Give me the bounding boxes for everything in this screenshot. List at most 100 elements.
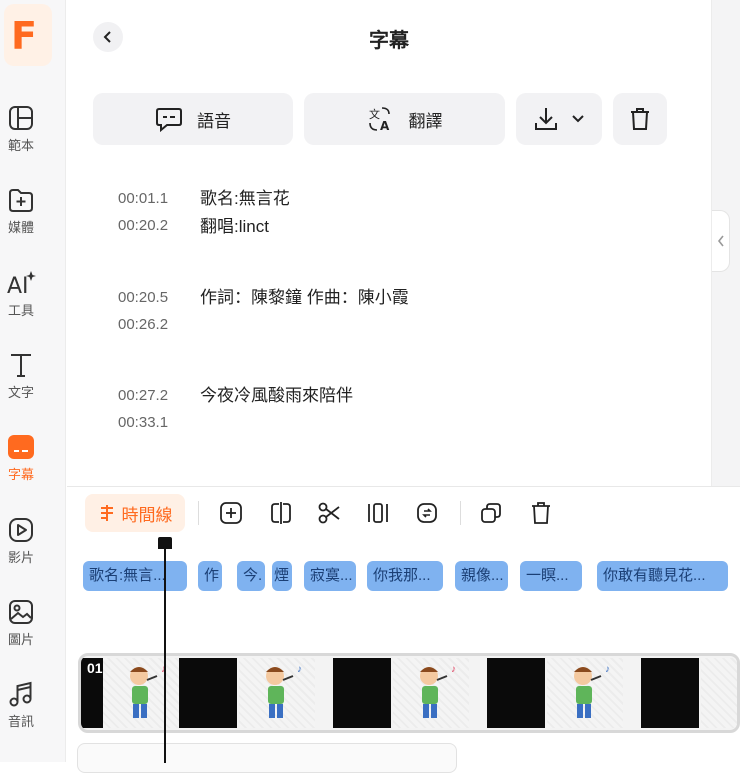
sidebar-item-label: 媒體: [7, 220, 34, 235]
subtitle-line: 今夜冷風酸雨來陪伴: [200, 386, 353, 405]
download-icon: [535, 108, 557, 130]
subtitle-end-time: 00:26.2: [118, 316, 169, 333]
subtitle-chip[interactable]: 歌名:無言...: [83, 561, 187, 591]
replace-icon: [417, 503, 437, 523]
chevron-down-icon: [572, 115, 584, 123]
sidebar-item-text[interactable]: 文字: [0, 350, 42, 401]
subtitle-end-time: 00:20.2: [118, 217, 169, 234]
video-icon: [6, 515, 36, 545]
boy-singing-image: ♪: [266, 664, 302, 718]
sidebar-item-images[interactable]: 圖片: [0, 597, 42, 648]
subtitle-chip[interactable]: 你我那...: [367, 561, 443, 591]
sidebar-item-media[interactable]: 媒體: [0, 185, 42, 236]
divider: [460, 501, 461, 525]
voice-button-label: 語音: [197, 111, 231, 131]
app-logo[interactable]: F: [4, 4, 52, 66]
video-frame: [333, 658, 391, 728]
video-frame: ♪: [547, 658, 623, 728]
text-icon: [6, 350, 36, 380]
sidebar-item-tools[interactable]: AI 工具: [0, 268, 42, 319]
timeline-icon: [100, 505, 113, 521]
translate-icon: 文A: [369, 107, 390, 133]
subtitle-text[interactable]: 歌名:無言花 翻唱:linct: [200, 185, 290, 241]
subtitle-text[interactable]: 作詞：陳黎鐘 作曲：陳小霞: [200, 284, 409, 312]
subtitle-times: 00:20.5 00:26.2: [118, 284, 188, 338]
video-frame: ♪: [239, 658, 315, 728]
subtitle-chip[interactable]: 寂寞...: [304, 561, 356, 591]
video-frame: [701, 658, 737, 728]
split-icon: [271, 502, 291, 524]
subtitle-chip[interactable]: 你敢有聽見花...: [597, 561, 728, 591]
subtitle-start-time: 00:20.5: [118, 289, 169, 306]
tab-timeline-label: 時間線: [121, 505, 173, 525]
video-clip-track[interactable]: ♪ ♪ ♪ ♪ 01: [78, 653, 740, 733]
cut-button[interactable]: [315, 499, 343, 527]
timeline-delete-button[interactable]: [527, 499, 555, 527]
sidebar-item-audio[interactable]: 音訊: [0, 679, 42, 730]
template-icon: [6, 103, 36, 133]
chevron-left-icon: [717, 235, 724, 247]
trim-button[interactable]: [364, 499, 392, 527]
svg-text:A: A: [380, 119, 390, 133]
speech-bubble-icon: [156, 108, 182, 132]
subtitle-chip[interactable]: 作: [198, 561, 222, 591]
add-square-icon: [220, 502, 242, 524]
sidebar-item-label: 圖片: [7, 632, 34, 647]
svg-text:AI: AI: [7, 274, 29, 297]
collapse-panel-button[interactable]: [712, 210, 730, 272]
folder-add-icon: [6, 185, 36, 215]
duplicate-button[interactable]: [477, 499, 505, 527]
subtitle-chip[interactable]: 煙: [272, 561, 292, 591]
clip-number: 01: [87, 660, 103, 676]
add-audio-row[interactable]: [77, 743, 457, 773]
scissors-icon: [318, 502, 340, 524]
sidebar-item-label: 字幕: [7, 467, 34, 482]
split-button[interactable]: [267, 499, 295, 527]
subtitle-start-time: 00:27.2: [118, 387, 169, 404]
boy-singing-image: ♪: [130, 664, 166, 718]
page-title: 字幕: [369, 30, 409, 52]
subtitle-chip[interactable]: 今.: [237, 561, 265, 591]
video-frame: [179, 658, 237, 728]
right-panel: [711, 0, 740, 486]
svg-text:♪: ♪: [451, 664, 456, 675]
translate-button[interactable]: 文A 翻譯: [304, 93, 505, 145]
subtitle-times: 00:01.1 00:20.2: [118, 185, 188, 239]
subtitle-text[interactable]: 今夜冷風酸雨來陪伴: [200, 382, 353, 410]
sidebar-item-label: 工具: [7, 303, 34, 318]
music-icon: [6, 679, 36, 709]
boy-singing-image: ♪: [574, 664, 610, 718]
ai-tools-icon: AI: [6, 268, 36, 298]
image-icon: [6, 597, 36, 627]
video-frame: [641, 658, 699, 728]
copy-icon: [481, 503, 501, 523]
download-button[interactable]: [516, 93, 602, 145]
replace-button[interactable]: [413, 499, 441, 527]
video-frame: ♪: [103, 658, 179, 728]
tab-timeline[interactable]: 時間線: [85, 494, 185, 532]
subtitle-times: 00:27.2 00:33.1: [118, 382, 188, 436]
subtitle-chip[interactable]: 一瞑...: [520, 561, 582, 591]
subtitle-end-time: 00:33.1: [118, 414, 169, 431]
sidebar-item-label: 影片: [7, 550, 34, 565]
add-button[interactable]: [217, 499, 245, 527]
trash-icon: [532, 502, 550, 524]
sidebar: F 範本 媒體 AI 工具 文字 字幕 影片 圖片 音訊: [0, 0, 66, 762]
divider: [198, 501, 199, 525]
trim-icon: [368, 503, 388, 523]
subtitle-chip[interactable]: 親像...: [455, 561, 508, 591]
sidebar-item-video[interactable]: 影片: [0, 515, 42, 566]
sidebar-item-subtitles[interactable]: 字幕: [0, 432, 42, 483]
video-frame: ♪: [393, 658, 469, 728]
delete-button[interactable]: [613, 93, 667, 145]
logo-icon: F: [11, 14, 37, 58]
subtitle-icon: [6, 432, 36, 462]
playhead[interactable]: [164, 537, 166, 763]
sidebar-item-templates[interactable]: 範本: [0, 103, 42, 154]
subtitle-start-time: 00:01.1: [118, 190, 169, 207]
subtitle-line: 歌名:無言花: [200, 189, 290, 208]
voice-button[interactable]: 語音: [93, 93, 293, 145]
svg-text:♪: ♪: [297, 664, 302, 675]
boy-singing-image: ♪: [420, 664, 456, 718]
subtitle-line: 作詞：陳黎鐘 作曲：陳小霞: [200, 288, 409, 307]
